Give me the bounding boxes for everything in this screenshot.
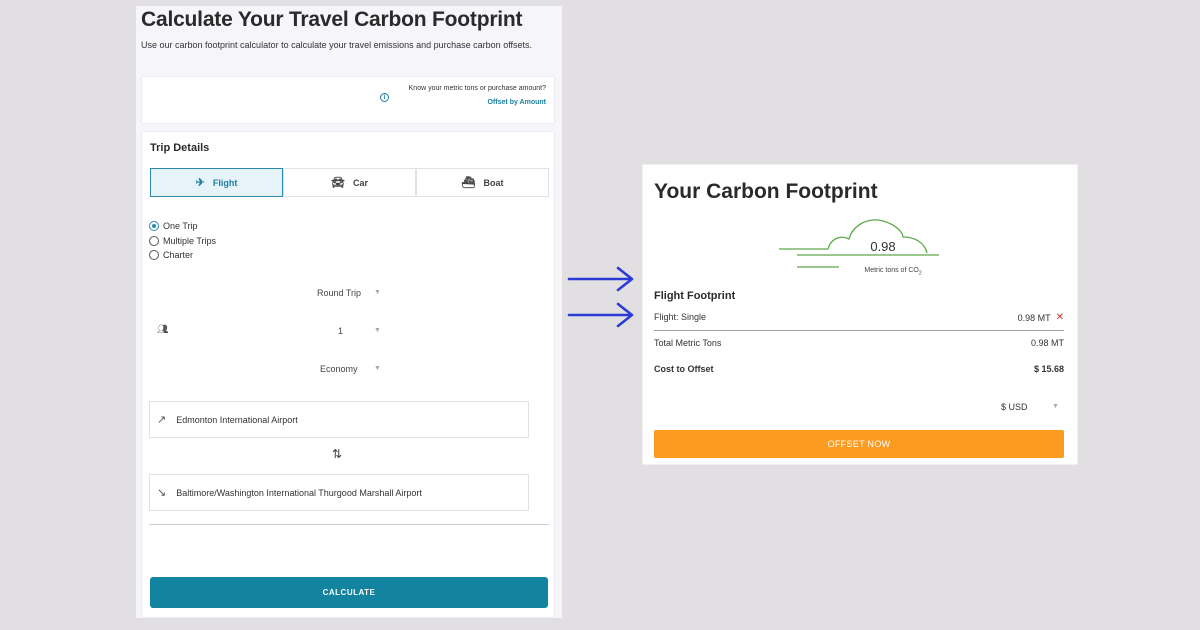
destination-airport-value: Baltimore/Washington International Thurg… [176,487,422,498]
cloud-unit-subscript: 2 [918,270,922,277]
calculate-button[interactable]: CALCULATE [150,577,548,608]
intro-text: Use our carbon footprint calculator to c… [141,40,533,50]
flight-footprint-heading: Flight Footprint [654,290,736,302]
passengers-icon: 👥︎ [157,324,169,334]
arrow-up-right-icon: ↗ [157,414,167,426]
amount-prompt: Know your metric tons or purchase amount… [408,85,546,92]
cost-label: Cost to Offset [654,364,714,374]
journey-type-select[interactable]: Round Trip [317,288,361,298]
offset-by-amount-link[interactable]: Offset by Amount [488,99,546,106]
cost-value: $ 15.68 [1033,364,1064,374]
total-row: Total Metric Tons 0.98 MT [654,338,1064,348]
radio-multiple-trips[interactable]: Multiple Trips [149,234,216,249]
info-icon: i [380,93,389,102]
cloud-unit-text: Metric tons of CO [864,267,919,274]
boat-icon: ⛴︎ [461,177,476,189]
trip-details-heading: Trip Details [150,142,210,154]
radio-one-trip[interactable]: One Trip [149,219,216,234]
tab-car-label: Car [352,177,368,188]
radio-label: Multiple Trips [163,235,217,246]
carbon-calculator-panel: Calculate Your Travel Carbon Footprint U… [136,6,562,618]
origin-airport-value: Edmonton International Airport [176,414,298,425]
chevron-down-icon[interactable]: ▼ [1052,403,1059,410]
cabin-class-select[interactable]: Economy [320,364,358,374]
radio-label: Charter [163,250,194,261]
cloud-value: 0.98 [870,239,896,254]
offset-by-amount-box: i Know your metric tons or purchase amou… [141,76,555,124]
offset-now-button[interactable]: OFFSET NOW [654,430,1064,458]
trip-type-group: One Trip Multiple Trips Charter [149,219,216,263]
page-title: Calculate Your Travel Carbon Footprint [141,8,523,31]
radio-button-selected[interactable] [149,221,159,232]
tab-flight-label: Flight [212,177,238,188]
tab-boat[interactable]: ⛴︎ Boat [416,168,549,197]
close-icon[interactable]: ✕ [1056,312,1064,323]
arrow-down-right-icon: ↘ [157,487,167,499]
tab-car[interactable]: 🚘︎ Car [283,168,416,197]
divider [149,524,549,525]
passengers-select[interactable]: 1 [338,326,343,336]
car-icon: 🚘︎ [331,177,345,189]
total-label: Total Metric Tons [654,338,722,348]
radio-charter[interactable]: Charter [149,248,216,263]
currency-select[interactable]: $ USD [1001,402,1028,412]
swap-icon[interactable]: ⇅ [332,447,342,461]
cloud-unit-label: Metric tons of CO2 [838,267,948,276]
line-item-row: Flight: Single 0.98 MT ✕ [654,312,1064,323]
cost-row: Cost to Offset $ 15.68 [654,364,1064,374]
tab-flight[interactable]: ✈ Flight [150,168,283,197]
origin-airport-field[interactable]: ↗ Edmonton International Airport [149,401,529,438]
line-item-value: 0.98 MT [1017,312,1051,323]
destination-airport-field[interactable]: ↘ Baltimore/Washington International Thu… [149,474,529,511]
result-title: Your Carbon Footprint [654,180,878,203]
chevron-down-icon[interactable]: ▼ [374,327,381,334]
radio-label: One Trip [163,221,198,232]
line-item-label: Flight: Single [654,312,707,322]
radio-button[interactable] [149,235,159,246]
double-arrow-icon [567,266,634,328]
carbon-footprint-result-card: Your Carbon Footprint 0.98 Metric tons o… [642,164,1078,465]
chevron-down-icon[interactable]: ▼ [374,365,381,372]
total-value: 0.98 MT [1030,338,1064,348]
tab-boat-label: Boat [483,177,504,188]
trip-details-card: Trip Details ✈ Flight 🚘︎ Car ⛴︎ Boat One… [141,131,555,618]
radio-button[interactable] [149,250,159,261]
transport-tabs: ✈ Flight 🚘︎ Car ⛴︎ Boat [150,168,549,197]
airplane-icon: ✈ [195,177,205,189]
chevron-down-icon[interactable]: ▼ [374,289,381,296]
divider [654,330,1064,331]
